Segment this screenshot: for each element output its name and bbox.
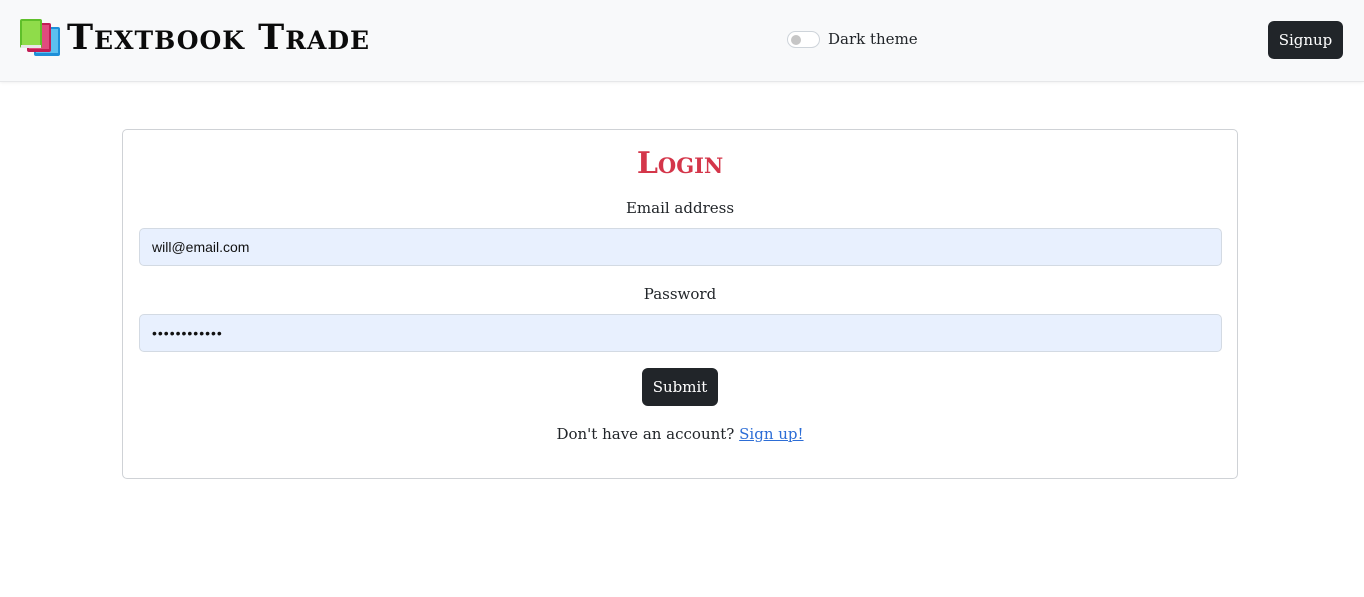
submit-button[interactable]: Submit	[642, 368, 718, 406]
login-card: Login Email address Password Submit Don'…	[122, 129, 1238, 479]
dark-theme-label: Dark theme	[828, 30, 918, 48]
signup-link[interactable]: Sign up!	[739, 425, 803, 443]
login-title: Login	[636, 146, 724, 181]
books-icon	[20, 19, 60, 56]
toggle-knob	[791, 34, 801, 45]
signup-button[interactable]: Signup	[1268, 21, 1343, 59]
signup-prompt: Don't have an account? Sign up!	[123, 424, 1237, 444]
top-navbar: Textbook Trade Dark theme Signup	[0, 0, 1364, 82]
email-input[interactable]	[139, 228, 1222, 266]
dark-theme-toggle[interactable]: Dark theme	[787, 29, 918, 49]
password-input[interactable]	[139, 314, 1222, 352]
toggle-switch[interactable]	[787, 30, 820, 48]
email-label: Email address	[625, 199, 735, 217]
brand[interactable]: Textbook Trade	[19, 14, 370, 62]
signup-prompt-text: Don't have an account?	[556, 425, 735, 443]
brand-title: Textbook Trade	[67, 17, 371, 58]
password-label: Password	[643, 285, 717, 303]
